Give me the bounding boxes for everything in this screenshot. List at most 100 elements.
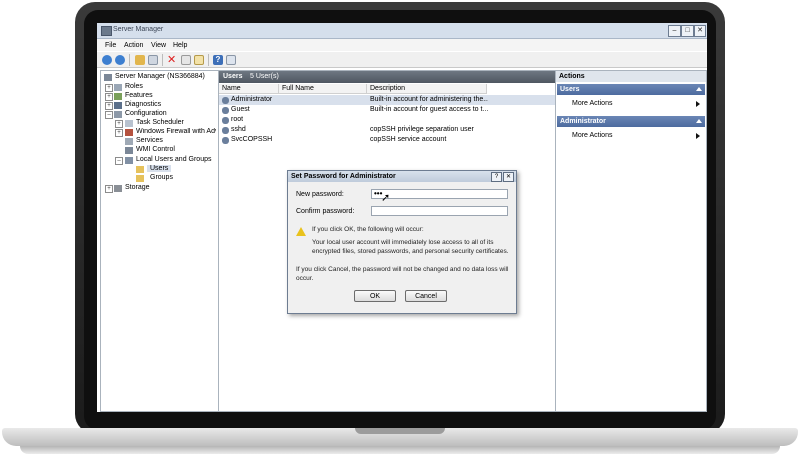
confirm-password-field[interactable] <box>371 206 508 216</box>
warning-icon <box>296 227 306 236</box>
actions-title: Actions <box>556 71 706 82</box>
mouse-cursor-icon: ➚ <box>381 192 391 204</box>
dialog-title: Set Password for Administrator <box>291 173 396 180</box>
tree-item-storage[interactable]: Storage <box>125 184 150 191</box>
tree-item-users[interactable]: Users <box>147 165 172 172</box>
user-icon <box>222 107 229 114</box>
wmi-icon <box>125 147 133 154</box>
column-header-full-name[interactable]: Full Name <box>279 84 367 94</box>
server-manager-icon <box>101 26 112 36</box>
more-actions-users[interactable]: More Actions <box>572 100 612 107</box>
server-icon <box>104 74 112 81</box>
expand-task-scheduler[interactable]: + <box>115 120 123 128</box>
task-scheduler-icon <box>125 120 133 127</box>
table-row[interactable]: Guest Built-in account for guest access … <box>219 105 555 115</box>
toolbar-separator <box>129 54 130 66</box>
tree-item-firewall[interactable]: Windows Firewall with Adva <box>136 128 216 135</box>
toolbar-separator <box>162 54 163 66</box>
users-count: 5 User(s) <box>250 73 279 80</box>
table-row[interactable]: root <box>219 115 555 125</box>
tree-item-groups[interactable]: Groups <box>147 174 176 181</box>
up-folder-icon[interactable] <box>135 55 145 65</box>
user-icon <box>222 97 229 104</box>
dialog-help-button[interactable]: ? <box>491 172 502 182</box>
roles-icon <box>114 84 122 91</box>
actions-section-users[interactable]: Users <box>557 84 705 95</box>
laptop-notch <box>355 428 445 434</box>
submenu-arrow-icon <box>696 133 700 139</box>
set-password-dialog: Set Password for Administrator ? ✕ New p… <box>287 170 517 314</box>
expand-roles[interactable]: + <box>105 84 113 92</box>
folder-icon <box>136 175 144 182</box>
menu-help[interactable]: Help <box>173 42 187 49</box>
storage-icon <box>114 185 122 192</box>
user-description: copSSH service account <box>370 136 447 143</box>
collapse-up-icon[interactable] <box>696 87 702 91</box>
tree-root[interactable]: Server Manager (NS366884) <box>115 73 205 80</box>
confirm-password-label: Confirm password: <box>296 208 355 215</box>
tree-item-services[interactable]: Services <box>136 137 163 144</box>
new-password-field[interactable]: ••• <box>371 189 508 199</box>
column-header-name[interactable]: Name <box>219 84 279 94</box>
show-hide-tree-icon[interactable] <box>148 55 158 65</box>
menu-action[interactable]: Action <box>124 42 143 49</box>
menu-file[interactable]: File <box>105 42 116 49</box>
expand-firewall[interactable]: + <box>115 129 123 137</box>
menu-view[interactable]: View <box>151 42 166 49</box>
users-pane-title: Users <box>223 73 243 80</box>
dialog-titlebar: Set Password for Administrator <box>288 171 516 182</box>
tree-item-diagnostics[interactable]: Diagnostics <box>125 101 161 108</box>
console-tree-icon[interactable] <box>226 55 236 65</box>
table-row[interactable]: Administrator Built-in account for admin… <box>219 95 555 105</box>
laptop-base-shadow <box>20 446 780 454</box>
warning-heading: If you click OK, the following will occu… <box>312 226 424 233</box>
collapse-configuration[interactable]: – <box>105 111 113 119</box>
tree-item-configuration[interactable]: Configuration <box>125 110 167 117</box>
window-titlebar: Server Manager – □ ✕ <box>97 23 707 39</box>
tree-item-features[interactable]: Features <box>125 92 153 99</box>
cancel-note: If you click Cancel, the password will n… <box>296 266 509 282</box>
user-description: Built-in account for guest access to t..… <box>370 106 488 113</box>
dialog-close-button[interactable]: ✕ <box>503 172 514 182</box>
services-icon <box>125 138 133 145</box>
back-arrow-icon[interactable] <box>102 55 112 65</box>
actions-section-administrator[interactable]: Administrator <box>557 116 705 127</box>
table-row[interactable]: sshd copSSH privilege separation user <box>219 125 555 135</box>
properties-icon[interactable] <box>181 55 191 65</box>
expand-storage[interactable]: + <box>105 185 113 193</box>
table-row[interactable]: SvcCOPSSH copSSH service account <box>219 135 555 145</box>
cancel-button[interactable]: Cancel <box>405 290 447 302</box>
user-name: root <box>231 116 244 123</box>
tree-item-local-users-groups[interactable]: Local Users and Groups <box>136 156 211 163</box>
close-window-button[interactable]: ✕ <box>694 25 706 37</box>
tree-item-roles[interactable]: Roles <box>125 83 143 90</box>
expand-features[interactable]: + <box>105 93 113 101</box>
toolbar-separator <box>208 54 209 66</box>
help-icon[interactable]: ? <box>213 55 223 65</box>
tree-item-task-scheduler[interactable]: Task Scheduler <box>136 119 184 126</box>
collapse-local-users-groups[interactable]: – <box>115 157 123 165</box>
expand-diagnostics[interactable]: + <box>105 102 113 110</box>
forward-arrow-icon[interactable] <box>115 55 125 65</box>
user-name: sshd <box>231 126 246 133</box>
actions-section-label: Users <box>560 86 580 93</box>
maximize-button[interactable]: □ <box>681 25 694 37</box>
users-pane-header: Users 5 User(s) <box>219 71 555 83</box>
minimize-button[interactable]: – <box>668 25 681 37</box>
window-title: Server Manager <box>113 26 164 33</box>
firewall-icon <box>125 129 133 136</box>
delete-icon[interactable]: ✕ <box>167 53 176 66</box>
new-password-label: New password: <box>296 191 344 198</box>
export-icon[interactable] <box>194 55 204 65</box>
user-description: copSSH privilege separation user <box>370 126 474 133</box>
column-header-description[interactable]: Description <box>367 84 487 94</box>
user-name: Administrator <box>231 96 273 103</box>
console-tree: Server Manager (NS366884) + Roles + Feat… <box>100 70 219 412</box>
user-icon <box>222 127 229 134</box>
warning-body: Your local user account will immediately… <box>312 239 509 255</box>
more-actions-administrator[interactable]: More Actions <box>572 132 612 139</box>
collapse-up-icon[interactable] <box>696 119 702 123</box>
menubar <box>97 39 707 51</box>
tree-item-wmi-control[interactable]: WMI Control <box>136 146 175 153</box>
ok-button[interactable]: OK <box>354 290 396 302</box>
